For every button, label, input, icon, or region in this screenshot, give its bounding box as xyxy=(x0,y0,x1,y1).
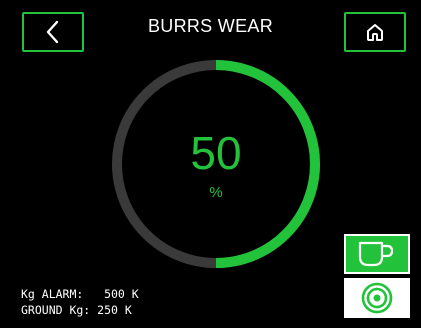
cup-mode-button[interactable] xyxy=(344,234,410,274)
home-button[interactable] xyxy=(344,12,406,52)
wear-percent-value: 50 xyxy=(190,127,242,179)
kg-alarm-text: Kg ALARM: 500 K xyxy=(21,287,139,301)
grind-mode-button[interactable] xyxy=(344,278,410,318)
wear-percent-unit: % xyxy=(209,184,223,201)
home-icon xyxy=(367,24,383,41)
ground-kg-text: GROUND Kg: 250 K xyxy=(21,303,132,317)
spiral-logo-icon xyxy=(361,282,393,314)
cup-icon xyxy=(358,241,394,267)
